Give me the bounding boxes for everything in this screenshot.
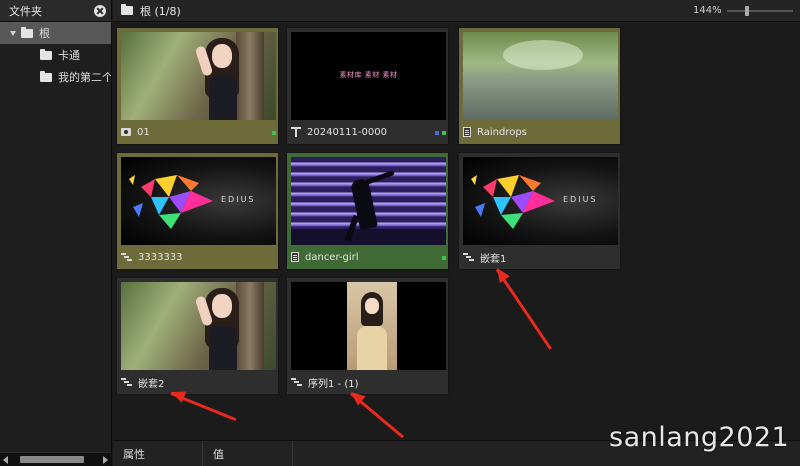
horizontal-scrollbar[interactable] [0, 452, 111, 466]
zoom-slider[interactable] [727, 6, 793, 16]
clip-nested-2[interactable]: 嵌套2 [116, 277, 279, 395]
property-column-header[interactable]: 属性 [113, 440, 203, 466]
clip-3333333[interactable]: EDIUS 3333333 [116, 152, 279, 270]
value-column-header[interactable]: 值 [203, 440, 293, 466]
thumb-title-text: 素材库 素材 素材 [339, 71, 398, 79]
status-dot [272, 131, 276, 135]
clip-dancer-girl[interactable]: dancer-girl [286, 152, 449, 270]
clip-title[interactable]: 素材库 素材 素材 20240111-0000 [286, 27, 449, 145]
clip-nested-1[interactable]: EDIUS 嵌套1 [458, 152, 621, 270]
sequence-icon [121, 377, 132, 387]
folder-icon [40, 48, 52, 60]
thumb-logo-text: EDIUS [563, 195, 598, 204]
clip-name: 01 [137, 126, 150, 138]
watermark: sanlang2021 [609, 422, 790, 453]
folder-icon [121, 4, 133, 15]
scroll-left-icon[interactable] [3, 456, 8, 464]
clip-name: 20240111-0000 [307, 126, 387, 138]
status-dot [435, 131, 439, 135]
tree-item-label: 我的第二个 [58, 71, 111, 84]
clip-name: 嵌套2 [138, 378, 165, 390]
clip-thumbnail: 素材库 素材 素材 [291, 32, 446, 120]
sequence-icon [463, 252, 474, 262]
tree-item-label: 卡通 [58, 49, 80, 62]
tree-item-second[interactable]: 我的第二个 [0, 66, 111, 88]
clip-name: dancer-girl [305, 251, 359, 263]
scrollbar-thumb[interactable] [20, 456, 84, 463]
expand-arrow-icon[interactable] [10, 30, 16, 36]
clip-thumbnail [121, 282, 276, 370]
scroll-right-icon[interactable] [103, 456, 108, 464]
sequence-icon [291, 377, 302, 387]
clip-01[interactable]: 01 [116, 27, 279, 145]
bin-panel: 根 (1/8) 144% 01 素材库 素材 素材 20240111-0000 … [113, 0, 800, 466]
clip-name: Raindrops [477, 126, 527, 138]
status-dot [442, 256, 446, 260]
folder-panel-title: 文件夹 [9, 4, 42, 18]
clip-thumbnail [463, 32, 618, 120]
clip-icon [291, 252, 299, 262]
folder-icon [21, 26, 33, 38]
thumb-logo-text: EDIUS [221, 195, 256, 204]
tree-item-root[interactable]: 根 [0, 22, 111, 44]
clip-raindrops[interactable]: Raindrops [458, 27, 621, 145]
clip-sequence-1[interactable]: 序列1 - (1) [286, 277, 449, 395]
clip-name: 3333333 [138, 251, 183, 263]
clip-name: 序列1 - (1) [308, 378, 359, 390]
clip-thumbnail [121, 32, 276, 120]
status-dot [442, 131, 446, 135]
close-icon[interactable] [94, 5, 106, 17]
camera-icon [121, 128, 131, 136]
clip-thumbnail [291, 157, 446, 245]
tree-item-cartoon[interactable]: 卡通 [0, 44, 111, 66]
clip-name: 嵌套1 [480, 253, 507, 265]
folder-icon [40, 70, 52, 82]
tree-item-label: 根 [39, 27, 50, 40]
zoom-level: 144% [693, 5, 722, 16]
folder-panel: 文件夹 根 卡通 我的第二个 [0, 0, 112, 466]
clip-thumbnail: EDIUS [463, 157, 618, 245]
clip-grid: 01 素材库 素材 素材 20240111-0000 Raindrops EDI… [113, 22, 800, 440]
bin-header: 根 (1/8) 144% [113, 0, 800, 22]
folder-panel-header: 文件夹 [0, 0, 111, 22]
sequence-icon [121, 252, 132, 262]
title-icon [291, 127, 301, 137]
clip-icon [463, 127, 471, 137]
clip-thumbnail [291, 282, 446, 370]
clip-thumbnail: EDIUS [121, 157, 276, 245]
zoom-slider-thumb[interactable] [745, 6, 749, 16]
bin-title: 根 (1/8) [140, 4, 181, 18]
